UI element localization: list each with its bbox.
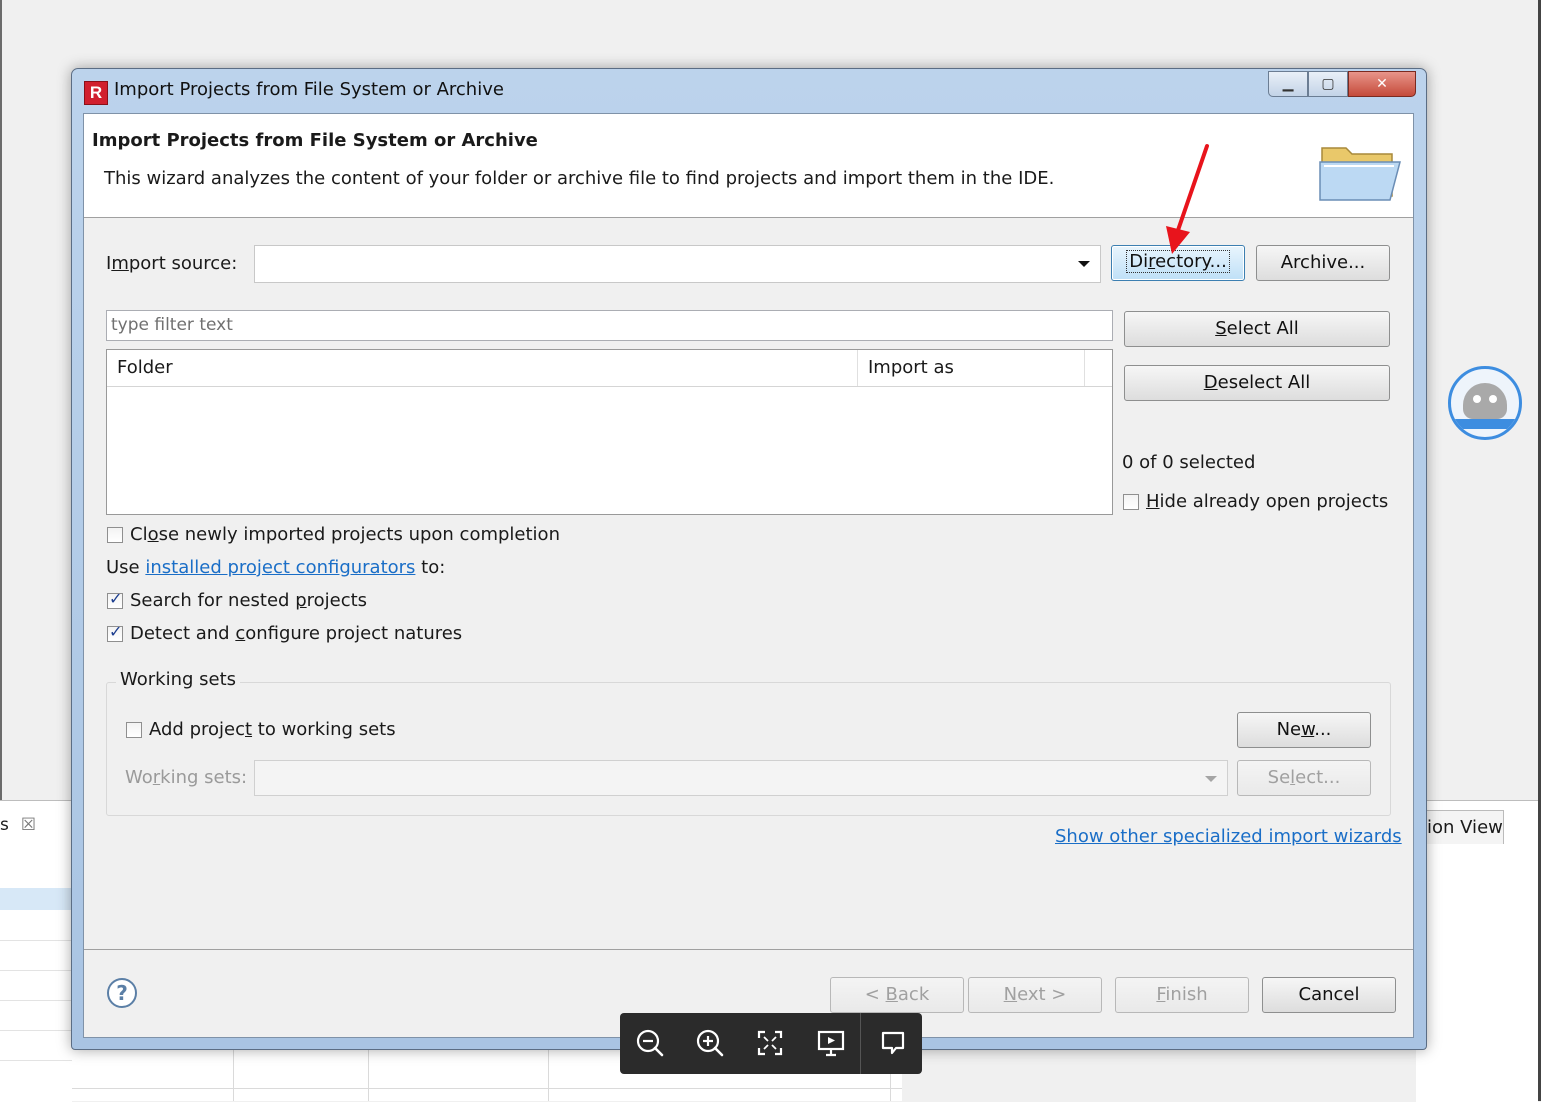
page-description: This wizard analyzes the content of your…: [104, 168, 1055, 189]
cancel-button[interactable]: Cancel: [1262, 977, 1396, 1013]
help-icon[interactable]: ?: [107, 978, 137, 1008]
ide-left-row-divider: [0, 1030, 72, 1031]
minimize-button[interactable]: ▁: [1268, 71, 1308, 97]
grid-line: [72, 1088, 902, 1089]
import-source-label: Import source:: [106, 253, 238, 274]
hide-open-projects-label[interactable]: Hide already open projects: [1146, 491, 1388, 512]
working-sets-combo[interactable]: [254, 760, 1228, 796]
ide-left-row-divider: [0, 940, 72, 941]
column-header-folder[interactable]: Folder: [107, 350, 858, 386]
ide-left-tab-label: s: [0, 815, 9, 835]
ide-left-tab[interactable]: s ☒: [0, 810, 60, 840]
new-working-set-button[interactable]: New...: [1237, 712, 1371, 748]
fit-screen-icon[interactable]: [754, 1027, 786, 1059]
grid-line: [548, 1047, 549, 1101]
maximize-button[interactable]: ▢: [1308, 71, 1348, 97]
column-header-import-as[interactable]: Import as: [858, 350, 1085, 386]
projects-table[interactable]: Folder Import as: [106, 349, 1113, 515]
table-header: Folder Import as: [107, 350, 1112, 387]
ide-left-border: [0, 0, 2, 800]
annotation-arrow-icon: [1166, 144, 1209, 254]
viewer-toolbar: [620, 1013, 922, 1074]
folder-icon: [1319, 147, 1401, 201]
ide-right-panel: [1416, 800, 1538, 1102]
zoom-out-icon[interactable]: [634, 1027, 666, 1059]
installed-configurators-link[interactable]: installed project configurators: [145, 557, 415, 578]
import-source-combo[interactable]: [254, 245, 1101, 283]
chevron-down-icon[interactable]: [1078, 261, 1090, 267]
grid-line: [368, 1047, 369, 1101]
zoom-in-icon[interactable]: [694, 1027, 726, 1059]
page-title: Import Projects from File System or Arch…: [92, 130, 538, 151]
add-to-working-sets-checkbox[interactable]: [126, 722, 142, 738]
slideshow-icon[interactable]: [815, 1027, 847, 1059]
ide-left-row-divider: [0, 970, 72, 971]
footer-divider: [84, 949, 1413, 950]
grid-line: [233, 1047, 234, 1101]
nested-projects-checkbox[interactable]: [107, 589, 123, 609]
other-import-wizards-link[interactable]: Show other specialized import wizards: [1055, 826, 1402, 847]
select-all-button[interactable]: Select All: [1124, 311, 1390, 347]
toolbar-divider: [860, 1013, 861, 1074]
next-button[interactable]: Next >: [968, 977, 1102, 1013]
deselect-all-button[interactable]: Deselect All: [1124, 365, 1390, 401]
detect-natures-label[interactable]: Detect and configure project natures: [130, 623, 462, 644]
title-bar[interactable]: R Import Projects from File System or Ar…: [72, 69, 1426, 113]
ide-left-row-divider: [0, 1060, 72, 1061]
add-to-working-sets-label[interactable]: Add project to working sets: [149, 719, 396, 740]
select-working-sets-button[interactable]: Select...: [1237, 760, 1371, 796]
close-icon[interactable]: ☒: [21, 815, 36, 835]
assistant-avatar-icon[interactable]: [1448, 366, 1522, 440]
ide-left-selected-row[interactable]: [0, 888, 72, 910]
detect-natures-checkbox[interactable]: [107, 622, 123, 642]
working-sets-legend: Working sets: [116, 669, 241, 690]
back-button[interactable]: < Back: [830, 977, 964, 1013]
ide-left-row-divider: [0, 1000, 72, 1001]
window-controls: ▁ ▢ ✕: [1268, 71, 1416, 97]
ide-right-tab[interactable]: ion View: [1420, 810, 1504, 844]
working-sets-label: Working sets:: [125, 767, 248, 788]
nested-projects-label[interactable]: Search for nested projects: [130, 590, 367, 611]
archive-button[interactable]: Archive...: [1256, 245, 1390, 281]
filter-input[interactable]: type filter text: [106, 310, 1113, 341]
window-title: Import Projects from File System or Arch…: [114, 79, 504, 100]
comment-icon[interactable]: [877, 1027, 909, 1059]
use-configurators-text: Use installed project configurators to:: [106, 557, 446, 578]
chevron-down-icon[interactable]: [1205, 776, 1217, 782]
app-logo-icon: R: [84, 81, 108, 105]
selection-status: 0 of 0 selected: [1122, 452, 1256, 473]
close-projects-label[interactable]: Close newly imported projects upon compl…: [130, 524, 560, 545]
import-dialog: R Import Projects from File System or Ar…: [71, 68, 1427, 1050]
finish-button[interactable]: Finish: [1115, 977, 1249, 1013]
close-projects-checkbox[interactable]: [107, 527, 123, 543]
close-button[interactable]: ✕: [1348, 71, 1416, 97]
ide-left-panel: [0, 800, 72, 1102]
hide-open-projects-checkbox[interactable]: [1123, 494, 1139, 510]
